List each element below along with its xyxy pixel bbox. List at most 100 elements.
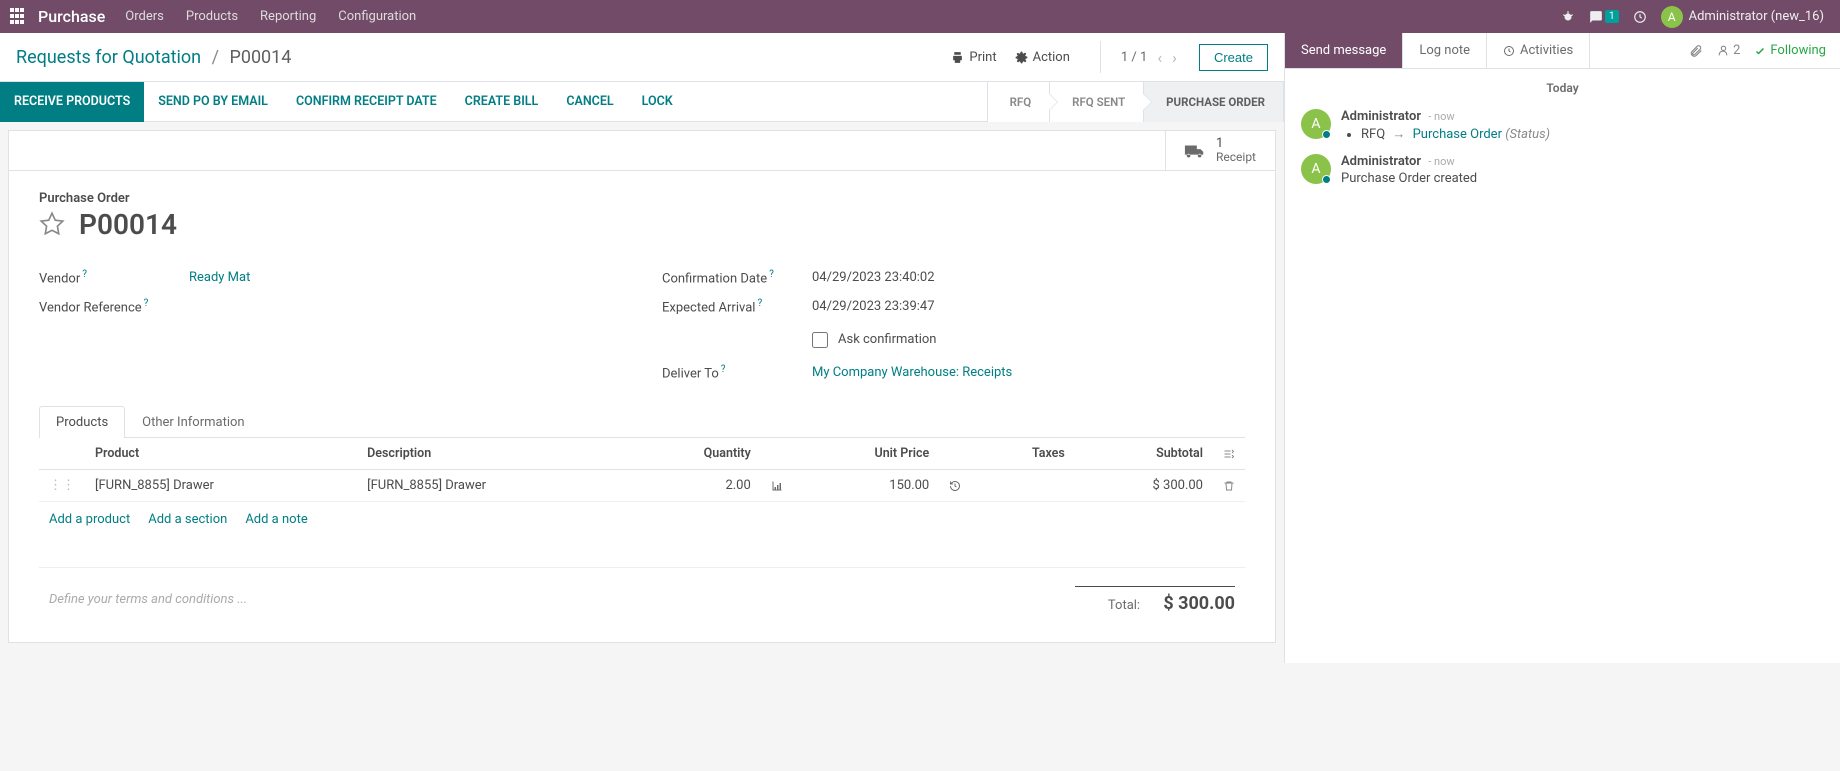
col-unit-price: Unit Price [793,438,939,470]
menu-reporting[interactable]: Reporting [260,9,316,24]
truck-icon [1184,140,1206,162]
receive-products-button[interactable]: RECEIVE PRODUCTS [0,82,144,122]
app-brand[interactable]: Purchase [38,7,105,26]
lock-button[interactable]: LOCK [628,82,687,122]
create-bill-button[interactable]: CREATE BILL [451,82,553,122]
help-icon[interactable]: ? [757,298,762,309]
cell-unit-price[interactable]: 150.00 [793,469,939,501]
message-avatar: A [1301,154,1331,184]
help-icon[interactable]: ? [769,269,774,280]
breadcrumb: Requests for Quotation / P00014 [16,47,291,68]
cell-product[interactable]: [FURN_8855] Drawer [85,469,357,501]
status-bar: RECEIVE PRODUCTS SEND PO BY EMAIL CONFIR… [0,82,1284,122]
arrow-right-icon: → [1392,127,1405,142]
message-author[interactable]: Administrator [1341,154,1421,169]
send-po-email-button[interactable]: SEND PO BY EMAIL [144,82,282,122]
ask-confirmation-checkbox[interactable] [812,332,828,348]
create-button[interactable]: Create [1199,44,1268,71]
pager-prev-icon[interactable]: ‹ [1157,48,1162,67]
check-icon [1754,45,1766,57]
breadcrumb-current: P00014 [229,47,291,68]
add-note-link[interactable]: Add a note [245,512,307,527]
tracking-field: (Status) [1505,127,1550,142]
form-sheet: 1 Receipt Purchase Order P00014 [8,130,1276,643]
top-navbar: Purchase Orders Products Reporting Confi… [0,0,1840,33]
step-rfq-sent[interactable]: RFQ SENT [1050,82,1144,122]
col-product: Product [85,438,357,470]
following-button[interactable]: Following [1754,43,1826,58]
button-box: 1 Receipt [9,131,1275,171]
user-icon [1717,44,1730,57]
menu-products[interactable]: Products [186,9,238,24]
terms-input[interactable]: Define your terms and conditions ... [49,592,1075,607]
deliver-to-value[interactable]: My Company Warehouse: Receipts [812,365,1012,380]
message-avatar: A [1301,109,1331,139]
pager-next-icon[interactable]: › [1172,48,1177,67]
add-section-link[interactable]: Add a section [148,512,227,527]
col-taxes: Taxes [971,438,1075,470]
followers-button[interactable]: 2 [1717,43,1740,58]
cell-taxes[interactable] [971,469,1075,501]
expected-value[interactable]: 04/29/2023 23:39:47 [812,299,935,314]
col-subtotal: Subtotal [1075,438,1213,470]
menu-orders[interactable]: Orders [125,9,164,24]
activities-button[interactable]: Activities [1487,33,1590,68]
forecast-icon[interactable] [761,469,793,501]
confirm-date-value: 04/29/2023 23:40:02 [812,270,935,285]
log-note-button[interactable]: Log note [1403,33,1487,68]
products-table: Product Description Quantity Unit Price … [39,438,1245,502]
bug-icon[interactable] [1561,10,1575,24]
col-config-icon[interactable] [1213,438,1245,470]
help-icon[interactable]: ? [144,298,149,309]
print-icon [951,51,964,64]
vendor-label: Vendor? [39,269,189,286]
control-panel: Requests for Quotation / P00014 Print Ac… [0,33,1284,82]
pager-text[interactable]: 1 / 1 [1121,50,1147,65]
help-icon[interactable]: ? [82,269,87,280]
add-product-link[interactable]: Add a product [49,512,130,527]
drag-handle-icon[interactable]: ⋮⋮ [39,469,85,501]
priority-star-icon[interactable] [39,211,65,237]
message-text: Purchase Order created [1341,171,1824,186]
step-purchase-order[interactable]: PURCHASE ORDER [1144,82,1284,122]
price-history-icon[interactable] [939,469,971,501]
confirm-date-label: Confirmation Date? [662,269,812,286]
send-message-button[interactable]: Send message [1285,33,1403,68]
tracking-new: Purchase Order [1413,127,1502,142]
print-button[interactable]: Print [951,50,996,65]
status-steps: RFQ RFQ SENT PURCHASE ORDER [987,82,1284,122]
receipt-label: Receipt [1216,150,1256,164]
vendor-ref-label: Vendor Reference? [39,298,189,315]
tab-other-info[interactable]: Other Information [125,406,261,438]
user-avatar[interactable]: A [1661,6,1683,28]
total-block: Total: $ 300.00 [1075,586,1235,614]
tab-products[interactable]: Products [39,406,125,438]
cancel-button[interactable]: CANCEL [552,82,627,122]
total-label: Total: [1108,598,1140,613]
vendor-value[interactable]: Ready Mat [189,270,250,285]
confirm-receipt-date-button[interactable]: CONFIRM RECEIPT DATE [282,82,451,122]
deliver-to-label: Deliver To? [662,364,812,381]
receipt-stat-button[interactable]: 1 Receipt [1165,131,1275,170]
clock-icon [1503,45,1515,57]
col-description: Description [357,438,629,470]
ask-confirmation-label: Ask confirmation [838,332,937,347]
menu-configuration[interactable]: Configuration [338,9,416,24]
action-button[interactable]: Action [1015,50,1070,65]
table-row[interactable]: ⋮⋮ [FURN_8855] Drawer [FURN_8855] Drawer… [39,469,1245,501]
message-author[interactable]: Administrator [1341,109,1421,124]
attachment-icon[interactable] [1689,43,1703,58]
messaging-icon[interactable]: 1 [1589,10,1619,24]
breadcrumb-root[interactable]: Requests for Quotation [16,47,201,68]
apps-icon[interactable] [10,8,28,26]
online-dot-icon [1322,130,1331,139]
cell-quantity[interactable]: 2.00 [629,469,761,501]
tracking-old: RFQ [1361,127,1385,142]
step-rfq[interactable]: RFQ [988,82,1051,122]
user-name[interactable]: Administrator (new_16) [1689,9,1824,24]
tabs: Products Other Information [39,405,1245,438]
delete-row-icon[interactable] [1213,469,1245,501]
help-icon[interactable]: ? [721,364,726,375]
cell-description[interactable]: [FURN_8855] Drawer [357,469,629,501]
activities-icon[interactable] [1633,10,1647,24]
